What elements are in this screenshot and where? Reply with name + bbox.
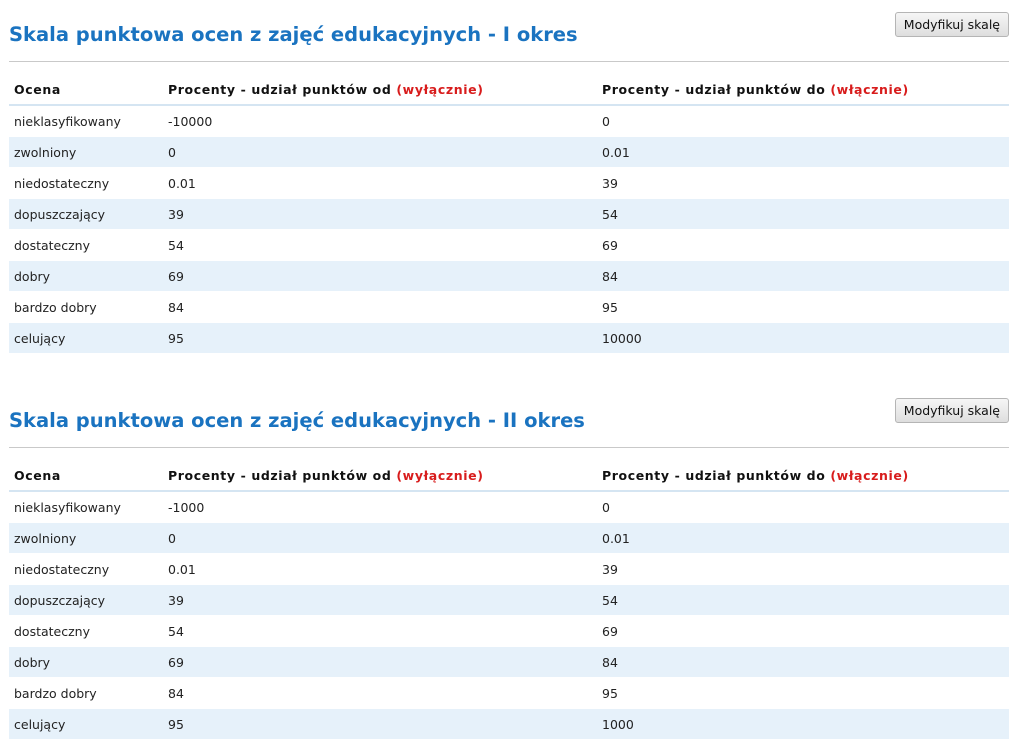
table-row: niedostateczny 0.01 39 bbox=[9, 167, 1009, 199]
column-header-to-note: (włącznie) bbox=[830, 81, 909, 97]
modify-scale-button[interactable]: Modyfikuj skalę bbox=[894, 398, 1009, 423]
cell-grade: dostateczny bbox=[9, 615, 163, 647]
column-header-from-note: (wyłącznie) bbox=[396, 81, 484, 97]
table-row: dopuszczający 39 54 bbox=[9, 584, 1009, 616]
column-header-to: Procenty - udział punktów do (włącznie) bbox=[597, 460, 1009, 492]
grade-scale-table: Ocena Procenty - udział punktów od (wyłą… bbox=[9, 74, 1009, 354]
cell-grade: bardzo dobry bbox=[9, 677, 163, 709]
cell-to: 0.01 bbox=[597, 136, 1009, 168]
table-row: bardzo dobry 84 95 bbox=[9, 677, 1009, 709]
cell-from: 0 bbox=[163, 136, 597, 168]
column-header-to-label: Procenty - udział punktów do bbox=[602, 467, 826, 483]
cell-from: 0.01 bbox=[163, 553, 597, 585]
cell-from: 39 bbox=[163, 198, 597, 230]
table-row: niedostateczny 0.01 39 bbox=[9, 553, 1009, 585]
cell-grade: nieklasyfikowany bbox=[9, 491, 163, 523]
column-header-to: Procenty - udział punktów do (włącznie) bbox=[597, 74, 1009, 106]
column-header-from-note: (wyłącznie) bbox=[396, 467, 484, 483]
table-row: celujący 95 10000 bbox=[9, 322, 1009, 354]
cell-from: 84 bbox=[163, 677, 597, 709]
column-header-from: Procenty - udział punktów od (wyłącznie) bbox=[163, 460, 597, 492]
cell-grade: niedostateczny bbox=[9, 553, 163, 585]
table-row: zwolniony 0 0.01 bbox=[9, 136, 1009, 168]
cell-to: 84 bbox=[597, 260, 1009, 292]
column-header-grade: Ocena bbox=[9, 74, 163, 106]
section-header: Skala punktowa ocen z zajęć edukacyjnych… bbox=[9, 10, 1009, 62]
page: Skala punktowa ocen z zajęć edukacyjnych… bbox=[0, 0, 1027, 754]
column-header-to-label: Procenty - udział punktów do bbox=[602, 81, 826, 97]
cell-to: 39 bbox=[597, 553, 1009, 585]
table-header-row: Ocena Procenty - udział punktów od (wyłą… bbox=[9, 74, 1009, 106]
cell-to: 69 bbox=[597, 615, 1009, 647]
cell-to: 54 bbox=[597, 584, 1009, 616]
cell-to: 84 bbox=[597, 646, 1009, 678]
cell-from: 69 bbox=[163, 260, 597, 292]
section-title: Skala punktowa ocen z zajęć edukacyjnych… bbox=[9, 409, 585, 432]
cell-from: 54 bbox=[163, 615, 597, 647]
cell-to: 95 bbox=[597, 291, 1009, 323]
cell-to: 95 bbox=[597, 677, 1009, 709]
cell-grade: nieklasyfikowany bbox=[9, 105, 163, 137]
cell-grade: dostateczny bbox=[9, 229, 163, 261]
cell-from: 0.01 bbox=[163, 167, 597, 199]
section-header: Skala punktowa ocen z zajęć edukacyjnych… bbox=[9, 396, 1009, 448]
table-row: zwolniony 0 0.01 bbox=[9, 522, 1009, 554]
table-row: dopuszczający 39 54 bbox=[9, 198, 1009, 230]
cell-from: -1000 bbox=[163, 491, 597, 523]
grade-scale-section-1: Skala punktowa ocen z zajęć edukacyjnych… bbox=[9, 10, 1009, 354]
cell-from: 0 bbox=[163, 522, 597, 554]
cell-grade: niedostateczny bbox=[9, 167, 163, 199]
cell-from: -10000 bbox=[163, 105, 597, 137]
cell-from: 84 bbox=[163, 291, 597, 323]
cell-to: 39 bbox=[597, 167, 1009, 199]
cell-grade: celujący bbox=[9, 708, 163, 740]
cell-from: 54 bbox=[163, 229, 597, 261]
cell-grade: dobry bbox=[9, 260, 163, 292]
cell-from: 95 bbox=[163, 322, 597, 354]
table-header-row: Ocena Procenty - udział punktów od (wyłą… bbox=[9, 460, 1009, 492]
cell-to: 1000 bbox=[597, 708, 1009, 740]
table-row: dostateczny 54 69 bbox=[9, 229, 1009, 261]
table-row: dobry 69 84 bbox=[9, 646, 1009, 678]
table-row: nieklasyfikowany -1000 0 bbox=[9, 491, 1009, 523]
cell-to: 69 bbox=[597, 229, 1009, 261]
section-title: Skala punktowa ocen z zajęć edukacyjnych… bbox=[9, 23, 578, 46]
cell-grade: zwolniony bbox=[9, 522, 163, 554]
cell-grade: dopuszczający bbox=[9, 584, 163, 616]
column-header-grade: Ocena bbox=[9, 460, 163, 492]
table-row: dobry 69 84 bbox=[9, 260, 1009, 292]
cell-grade: dobry bbox=[9, 646, 163, 678]
table-row: bardzo dobry 84 95 bbox=[9, 291, 1009, 323]
column-header-from-label: Procenty - udział punktów od bbox=[168, 81, 392, 97]
cell-grade: celujący bbox=[9, 322, 163, 354]
cell-to: 0.01 bbox=[597, 522, 1009, 554]
column-header-to-note: (włącznie) bbox=[830, 467, 909, 483]
cell-grade: bardzo dobry bbox=[9, 291, 163, 323]
cell-grade: zwolniony bbox=[9, 136, 163, 168]
cell-grade: dopuszczający bbox=[9, 198, 163, 230]
column-header-from-label: Procenty - udział punktów od bbox=[168, 467, 392, 483]
cell-to: 0 bbox=[597, 491, 1009, 523]
table-row: celujący 95 1000 bbox=[9, 708, 1009, 740]
cell-to: 10000 bbox=[597, 322, 1009, 354]
grade-scale-section-2: Skala punktowa ocen z zajęć edukacyjnych… bbox=[9, 396, 1009, 740]
cell-to: 54 bbox=[597, 198, 1009, 230]
column-header-from: Procenty - udział punktów od (wyłącznie) bbox=[163, 74, 597, 106]
grade-scale-table: Ocena Procenty - udział punktów od (wyłą… bbox=[9, 460, 1009, 740]
table-row: dostateczny 54 69 bbox=[9, 615, 1009, 647]
modify-scale-button[interactable]: Modyfikuj skalę bbox=[894, 12, 1009, 37]
cell-from: 39 bbox=[163, 584, 597, 616]
cell-to: 0 bbox=[597, 105, 1009, 137]
table-row: nieklasyfikowany -10000 0 bbox=[9, 105, 1009, 137]
cell-from: 95 bbox=[163, 708, 597, 740]
cell-from: 69 bbox=[163, 646, 597, 678]
